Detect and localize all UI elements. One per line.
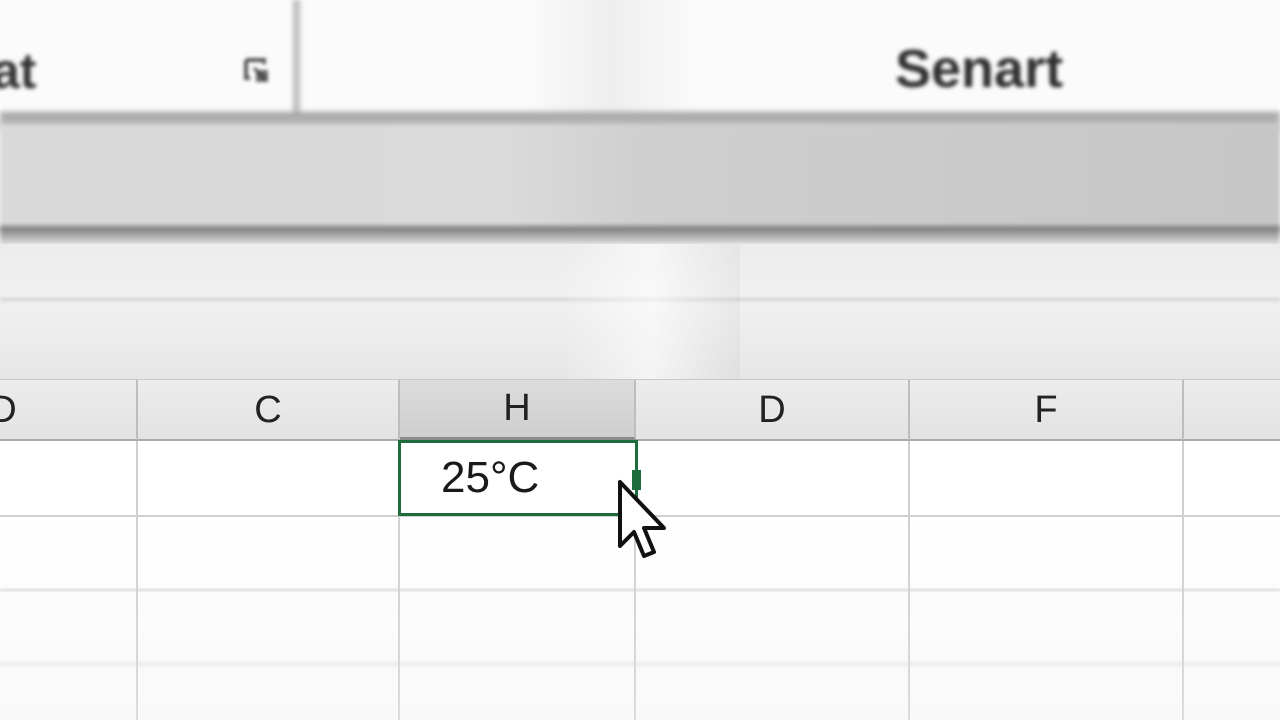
active-cell-value: 25°C xyxy=(441,453,540,502)
column-header-c[interactable]: C xyxy=(138,380,400,440)
column-header-d-left[interactable]: D xyxy=(0,380,138,440)
spreadsheet-window: at Senart D C H D F 25°C xyxy=(0,0,1280,720)
column-header-d[interactable]: D xyxy=(636,380,910,440)
ribbon-group-label-left: at xyxy=(0,43,37,99)
column-header-h[interactable]: H xyxy=(400,380,636,440)
column-header-next[interactable] xyxy=(1184,380,1280,440)
ribbon: at Senart xyxy=(0,0,1280,118)
dialog-launcher-icon[interactable] xyxy=(240,54,274,88)
active-cell[interactable]: 25°C xyxy=(398,440,638,516)
mouse-pointer-icon xyxy=(616,478,676,566)
column-header-row: D C H D F xyxy=(0,379,1280,441)
ribbon-group-separator xyxy=(292,0,302,118)
formula-bar[interactable] xyxy=(0,125,1280,233)
column-header-f[interactable]: F xyxy=(910,380,1184,440)
ribbon-group-label-right: Senart xyxy=(895,39,1064,99)
